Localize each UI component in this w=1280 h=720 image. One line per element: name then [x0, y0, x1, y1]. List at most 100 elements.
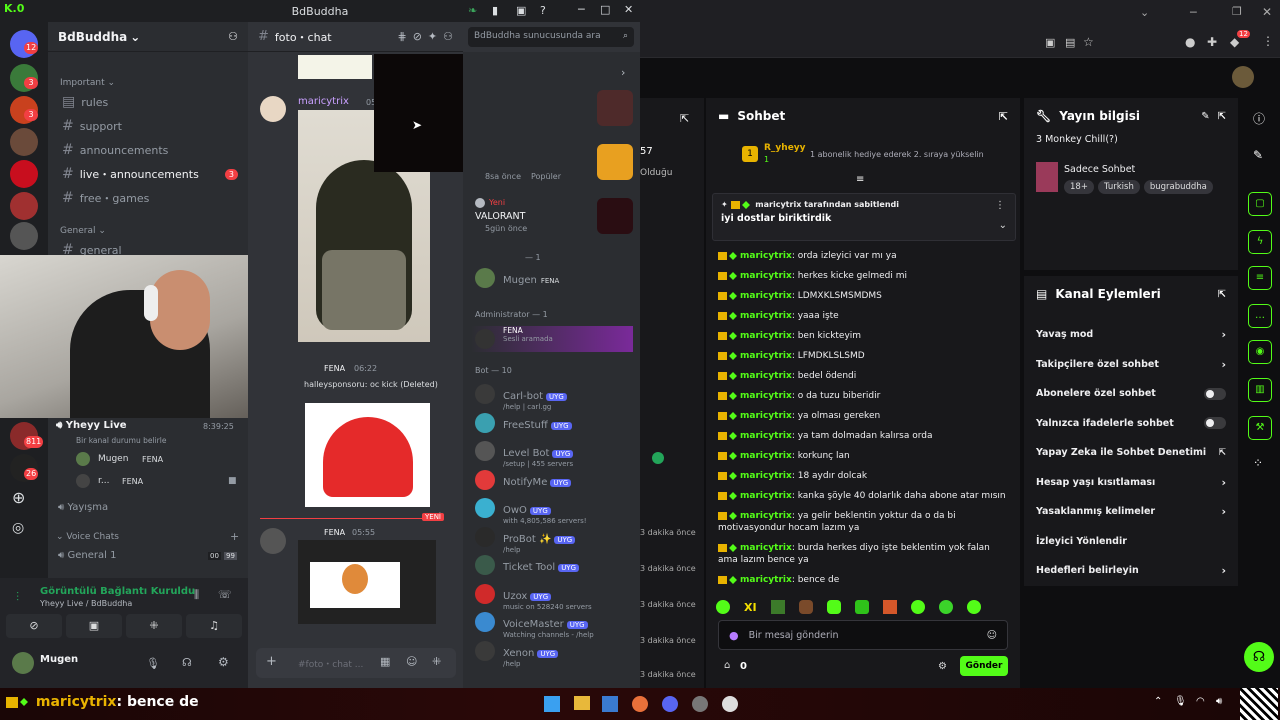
channel-support[interactable]: # support [48, 114, 248, 138]
more-icon[interactable]: ⁘ [1253, 456, 1263, 470]
emote[interactable] [938, 600, 953, 614]
toggle-switch[interactable] [1204, 417, 1226, 430]
chat-message[interactable]: maricytrix: yaaa işte [706, 306, 1020, 326]
app-icon[interactable] [692, 696, 708, 712]
chat-username[interactable]: maricytrix [740, 575, 792, 585]
channel-action-item[interactable]: İzleyici Yönlendir [1024, 527, 1238, 557]
chevron-down-icon[interactable]: ⌄ [1140, 6, 1149, 19]
settings-gear-icon[interactable]: ⚙ [218, 655, 229, 669]
channel-action-item[interactable]: Yapay Zeka ile Sohbet Denetimi ⇱ [1024, 438, 1238, 468]
minimize-icon[interactable]: ─ [1190, 6, 1197, 19]
add-channel-icon[interactable]: + [230, 530, 239, 543]
layout-icon[interactable]: ▥ [1248, 378, 1272, 402]
screen-icon[interactable]: ▣ [516, 4, 526, 17]
toggle-switch[interactable] [1204, 387, 1226, 400]
emote[interactable] [854, 600, 869, 614]
emote[interactable] [966, 600, 981, 614]
server-icon[interactable] [10, 222, 38, 250]
chat-message[interactable]: maricytrix: burda herkes diyo işte bekle… [706, 538, 1020, 570]
wifi-icon[interactable]: ◠ [1196, 696, 1205, 707]
bot-member-row[interactable]: Xenon UYG/help [475, 640, 559, 668]
chat-message[interactable]: maricytrix: orda izleyici var mı ya [706, 246, 1020, 266]
emoji-icon[interactable]: ☺ [406, 655, 417, 668]
popout-icon[interactable]: ⇱ [680, 112, 689, 125]
bot-member-row[interactable]: Carl-bot UYG/help | carl.gg [475, 384, 567, 411]
chevron-down-icon[interactable]: ⌄ [999, 220, 1007, 231]
channel-action-item[interactable]: Abonelere özel sohbet [1024, 379, 1238, 409]
tag[interactable]: 18+ [1064, 180, 1094, 194]
emote[interactable] [716, 600, 730, 614]
extension-icon[interactable]: ✚ [1207, 35, 1217, 49]
broadcast-icon[interactable]: ◉ [1248, 340, 1272, 364]
emote[interactable] [798, 600, 813, 614]
support-headset-icon[interactable]: ☊ [1244, 642, 1274, 672]
chat-username[interactable]: maricytrix [740, 411, 792, 421]
chat-message[interactable]: maricytrix: ben kickteyim [706, 326, 1020, 346]
screenshot-icon[interactable]: ▤ [1065, 36, 1075, 49]
category-general[interactable]: General ⌄ [48, 220, 248, 238]
activities-icon[interactable]: ⁜ [126, 614, 182, 638]
disconnect-icon[interactable]: ☏ [218, 588, 232, 601]
channel-action-item[interactable]: Takipçilere özel sohbet › [1024, 350, 1238, 380]
info-icon[interactable]: ⓘ [1253, 110, 1265, 127]
chat-username[interactable]: maricytrix [740, 491, 792, 501]
threads-icon[interactable]: ⋕ [397, 30, 406, 43]
message-author[interactable]: FENA [324, 528, 345, 537]
chat-username[interactable]: maricytrix [740, 331, 792, 341]
chat-message[interactable]: maricytrix: bence de [706, 570, 1020, 590]
chat-message[interactable]: maricytrix: ya olması gereken [706, 406, 1020, 426]
chat-message[interactable]: maricytrix: LFMDKLSLSMD [706, 346, 1020, 366]
help-icon[interactable]: ? [540, 4, 546, 17]
avatar[interactable] [12, 652, 34, 674]
lightning-icon[interactable]: ϟ [1248, 230, 1272, 254]
chat-username[interactable]: maricytrix [740, 431, 792, 441]
chat-username[interactable]: maricytrix [740, 351, 792, 361]
add-user-icon[interactable]: ⚇ [228, 30, 238, 43]
tag[interactable]: bugrabuddha [1143, 180, 1213, 194]
avatar[interactable] [260, 96, 286, 122]
send-button[interactable]: Gönder [960, 656, 1008, 676]
bot-member-row[interactable]: Level Bot UYG/setup | 455 servers [475, 441, 574, 468]
bot-member-row[interactable]: VoiceMaster UYG Watching channels - /help [475, 612, 594, 639]
channel-action-item[interactable]: Hesap yaşı kısıtlaması › [1024, 468, 1238, 498]
popout-icon[interactable]: ⇱ [1218, 111, 1226, 122]
chat-username[interactable]: maricytrix [740, 471, 792, 481]
emote[interactable] [882, 600, 897, 614]
profile-icon[interactable]: ● [1185, 35, 1195, 49]
chat-message[interactable]: maricytrix: 18 aydır dolcak [706, 466, 1020, 486]
channel-action-item[interactable]: Yavaş mod › [1024, 320, 1238, 350]
bot-member-row[interactable]: OwO UYG with 4,805,586 servers! [475, 498, 587, 525]
gift-icon[interactable]: ▦ [380, 655, 390, 668]
chat-message[interactable]: maricytrix: bedel ödendi [706, 366, 1020, 386]
bot-member-row[interactable]: ProBot ✨ UYG/help [475, 526, 576, 554]
stream-title[interactable]: 🔊︎ Yheyy Live [56, 420, 127, 431]
chevron-up-icon[interactable]: ⌃ [1154, 696, 1162, 707]
maximize-icon[interactable]: □ [600, 3, 610, 16]
guild-header[interactable]: BdBuddha ⌄ ⚇ [48, 22, 248, 52]
channel-live-announcements[interactable]: # live・announcements 3 [48, 162, 248, 186]
voice-member[interactable]: r... [98, 476, 109, 486]
microphone-icon[interactable]: 🎙︎ [146, 657, 160, 670]
channel-yayisma[interactable]: 🔊︎ Yayışma [58, 502, 108, 513]
close-icon[interactable]: ✕ [1262, 5, 1272, 19]
category-thumbnail[interactable] [1036, 162, 1058, 192]
chat-username[interactable]: maricytrix [740, 391, 792, 401]
category-important[interactable]: Important ⌄ [48, 72, 248, 90]
edit-pencil-icon[interactable]: ✎ [1253, 148, 1263, 162]
channel-free-games[interactable]: # free・games [48, 186, 248, 210]
edit-pencil-icon[interactable]: ✎ [1201, 111, 1209, 122]
minimize-icon[interactable]: ─ [578, 3, 585, 16]
pinned-message[interactable]: ✦ maricytrix tarafından sabitlendi iyi d… [712, 193, 1016, 241]
mod-tool-icon[interactable]: ▢ [1248, 192, 1272, 216]
obs-icon[interactable] [722, 696, 738, 712]
server-icon[interactable] [10, 160, 38, 188]
camera-off-icon[interactable]: ⊘ [6, 614, 62, 638]
server-icon[interactable] [10, 128, 38, 156]
bot-member-row[interactable]: NotifyMe UYG [475, 469, 572, 490]
chat-username[interactable]: maricytrix [740, 271, 792, 281]
document-icon[interactable]: ≡ [1248, 266, 1272, 290]
voice-member[interactable]: Mugen [98, 454, 128, 464]
game-icon[interactable] [597, 144, 633, 180]
bot-member-row[interactable]: Uzox UYG music on 528240 servers [475, 583, 592, 611]
avatar[interactable] [260, 528, 286, 554]
